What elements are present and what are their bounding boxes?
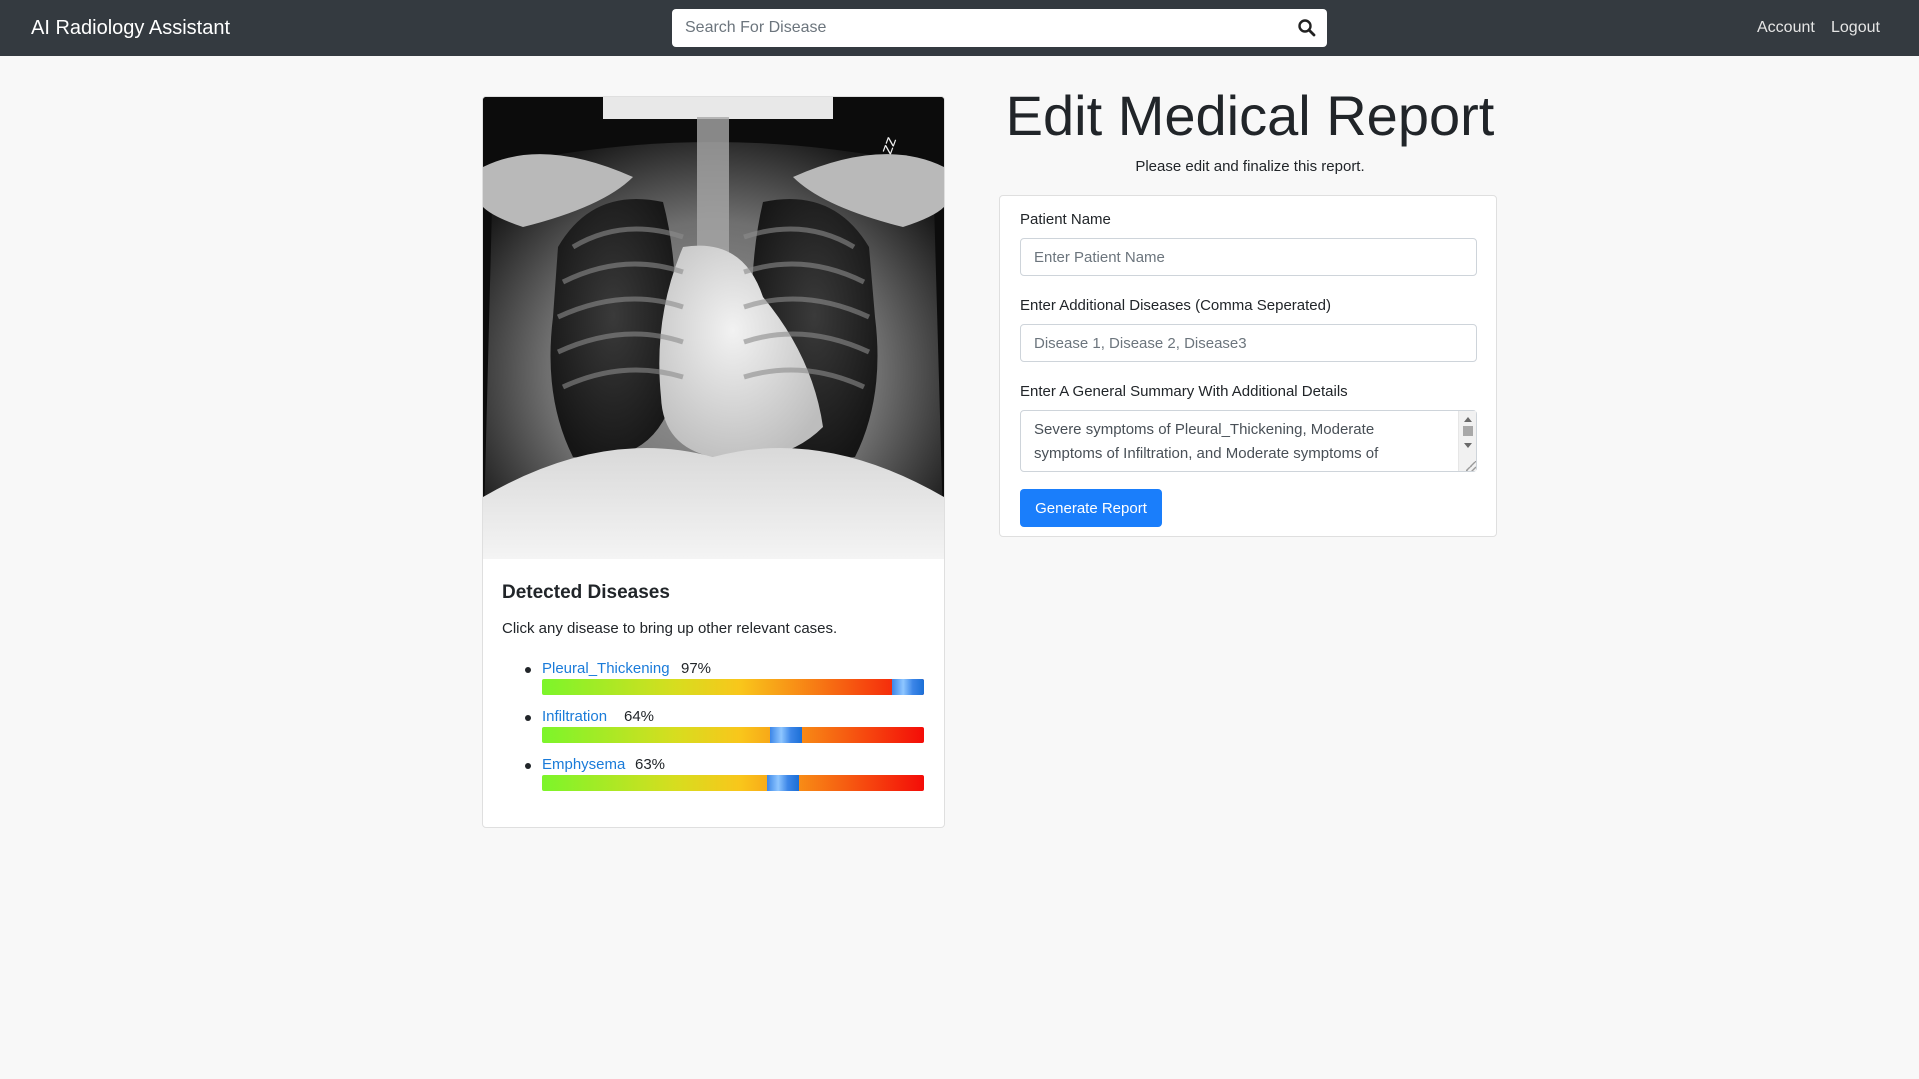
detected-diseases-card: zz Detected Diseases Click any disease t… (482, 96, 945, 828)
disease-percent: 97% (681, 660, 712, 677)
report-form-card: Patient Name Enter Additional Diseases (… (999, 195, 1497, 537)
resize-grip-icon[interactable] (1466, 461, 1476, 471)
list-item: Emphysema 63% (483, 755, 944, 799)
summary-textarea[interactable]: Severe symptoms of Pleural_Thickening, M… (1020, 410, 1477, 472)
additional-diseases-label: Enter Additional Diseases (Comma Seperat… (1020, 297, 1331, 314)
logout-link[interactable]: Logout (1831, 18, 1880, 38)
additional-diseases-field[interactable] (1020, 324, 1477, 362)
search-box (672, 9, 1327, 47)
bullet-icon (525, 667, 531, 673)
bullet-icon (525, 763, 531, 769)
detected-diseases-hint: Click any disease to bring up other rele… (502, 620, 838, 637)
scroll-down-icon[interactable] (1464, 443, 1472, 448)
chest-xray-image: zz (483, 97, 944, 559)
list-item: Infiltration 64% (483, 707, 944, 751)
page-subtitle: Please edit and finalize this report. (1135, 158, 1365, 175)
disease-link-pleural-thickening[interactable]: Pleural_Thickening (542, 659, 670, 679)
list-item: Pleural_Thickening 97% (483, 659, 944, 703)
disease-percent: 64% (624, 708, 655, 725)
disease-link-emphysema[interactable]: Emphysema (542, 755, 625, 775)
generate-report-button[interactable]: Generate Report (1020, 489, 1162, 527)
bullet-icon (525, 715, 531, 721)
detected-diseases-title: Detected Diseases (502, 582, 670, 603)
disease-link-infiltration[interactable]: Infiltration (542, 707, 607, 727)
probability-bar (542, 775, 924, 791)
probability-marker (766, 775, 799, 791)
probability-marker (892, 679, 924, 695)
patient-name-field[interactable] (1020, 238, 1477, 276)
disease-percent: 63% (635, 756, 666, 773)
scroll-thumb[interactable] (1463, 426, 1473, 436)
scroll-up-icon[interactable] (1464, 417, 1472, 422)
brand-title[interactable]: AI Radiology Assistant (31, 15, 230, 41)
probability-marker (770, 727, 803, 743)
probability-bar (542, 679, 924, 695)
search-icon[interactable] (1297, 18, 1317, 38)
probability-bar (542, 727, 924, 743)
patient-name-label: Patient Name (1020, 211, 1111, 228)
search-input[interactable] (672, 9, 1282, 47)
summary-label: Enter A General Summary With Additional … (1020, 383, 1348, 400)
account-link[interactable]: Account (1757, 18, 1815, 38)
top-navbar: AI Radiology Assistant Account Logout (0, 0, 1919, 56)
page-title: Edit Medical Report (1005, 84, 1495, 147)
